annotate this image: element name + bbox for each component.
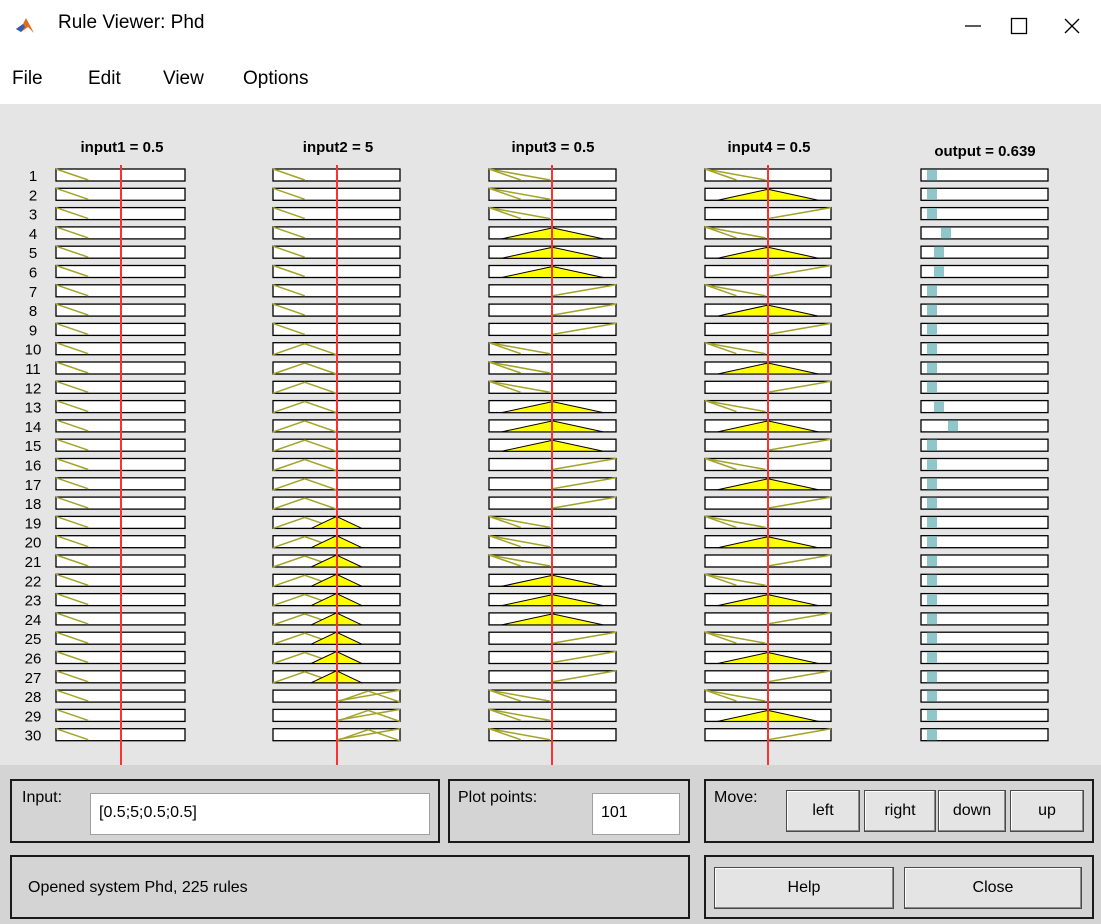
rule-number: 3 [29,207,37,224]
maximize-button[interactable] [990,0,1048,52]
output-rule-plot [920,670,1049,684]
status-frame: Opened system Phd, 225 rules [10,855,690,919]
rule-number: 29 [25,708,42,725]
output-rule-plot [920,303,1049,317]
output-rule-plot [920,457,1049,472]
output-rule-plot [920,168,1049,182]
status-text: Opened system Phd, 225 rules [28,879,248,896]
rule-number: 21 [25,554,42,571]
rule-number: 27 [25,670,42,687]
output-rule-plot [920,399,1049,414]
help-button[interactable]: Help [714,867,894,909]
output-rule-plot [920,380,1049,394]
output-rule-plot [920,342,1049,356]
input1-header: input1 = 0.5 [81,139,164,156]
move-down-button[interactable]: down [938,790,1006,832]
input3-header: input3 = 0.5 [512,139,595,156]
output-rule-plot [920,226,1049,240]
rule-number: 25 [25,631,42,648]
rule-number: 15 [25,438,42,455]
output-header: output = 0.639 [934,143,1035,160]
output-rule-plot [920,264,1049,279]
rule-number: 28 [25,689,42,706]
rule-number: 18 [25,496,42,513]
output-rule-plot [920,631,1049,645]
rule-number: 19 [25,515,42,532]
output-rule-plot [920,515,1049,530]
rule-number: 17 [25,477,42,494]
rule-number: 4 [29,226,37,243]
rule-number: 14 [25,419,42,436]
output-rule-plot [920,689,1049,703]
output-rule-plot [920,708,1049,723]
rule-number: 26 [25,651,42,668]
rule-number: 9 [29,322,37,339]
output-rule-plot [920,361,1049,375]
plot-points-label: Plot points: [458,789,538,806]
rule-number: 24 [25,612,42,629]
close-window-button[interactable] [1043,0,1101,52]
output-rule-plot [920,573,1049,587]
output-rule-plot [920,206,1049,221]
close-button[interactable]: Close [904,867,1082,909]
close-icon [1064,18,1080,34]
output-rule-plot [920,284,1049,298]
output-rule-plot [920,496,1049,510]
menu-edit[interactable]: Edit [88,68,121,90]
window-title: Rule Viewer: Phd [58,12,205,33]
rule-number: 8 [29,303,37,320]
rule-plots[interactable]: input1 = 0.5 input2 = 5 input3 = 0.5 input4… [0,104,1101,765]
rule-number: 12 [25,380,42,397]
rule-number: 22 [25,573,42,590]
rule-number: 5 [29,245,37,262]
rule-number: 20 [25,535,42,552]
menu-file[interactable]: File [12,68,43,90]
rule-number: 1 [29,168,37,185]
rule-number: 6 [29,265,37,282]
menu-view[interactable]: View [163,68,204,90]
move-frame: Move: left right down up [704,779,1094,843]
minimize-icon [965,25,981,27]
output-rule-plot [920,419,1049,433]
rule-number: 23 [25,593,42,610]
input4-header: input4 = 0.5 [728,139,811,156]
output-rule-plot [920,554,1049,568]
output-rule-plot [920,592,1049,607]
plot-points-frame: Plot points: 101 [448,779,690,843]
output-rule-plot [920,650,1049,665]
menu-options[interactable]: Options [243,68,308,90]
control-area: Input: [0.5;5;0.5;0.5] Plot points: 101 … [0,765,1101,924]
rule-number: 30 [25,728,42,745]
output-rule-plot [920,477,1049,491]
output-rule-plot [920,322,1049,337]
rule-number: 7 [29,284,37,301]
input2-header: input2 = 5 [303,139,373,156]
title-bar: Rule Viewer: Phd [0,0,1101,52]
move-left-button[interactable]: left [786,790,860,832]
output-rule-plot [920,612,1049,626]
input-field[interactable]: [0.5;5;0.5;0.5] [90,793,430,835]
plot-points-field[interactable]: 101 [592,793,680,835]
rule-number: 10 [25,342,42,359]
rule-number: 11 [25,361,41,378]
rule-number: 2 [29,187,37,204]
input-label: Input: [22,789,63,806]
move-label: Move: [714,789,758,806]
menu-bar: File Edit View Options [0,56,1101,104]
move-up-button[interactable]: up [1010,790,1084,832]
maximize-icon [1010,17,1028,35]
output-rule-plot [920,438,1049,452]
help-close-frame: Help Close [704,855,1094,919]
output-rule-plot [920,187,1049,201]
output-rule-plot [920,245,1049,259]
matlab-icon [14,15,36,37]
move-right-button[interactable]: right [864,790,936,832]
output-rule-plot [920,535,1049,549]
input-frame: Input: [0.5;5;0.5;0.5] [10,779,440,843]
rule-number: 13 [25,400,42,417]
rule-number: 16 [25,458,42,475]
output-rule-plot [920,728,1049,742]
